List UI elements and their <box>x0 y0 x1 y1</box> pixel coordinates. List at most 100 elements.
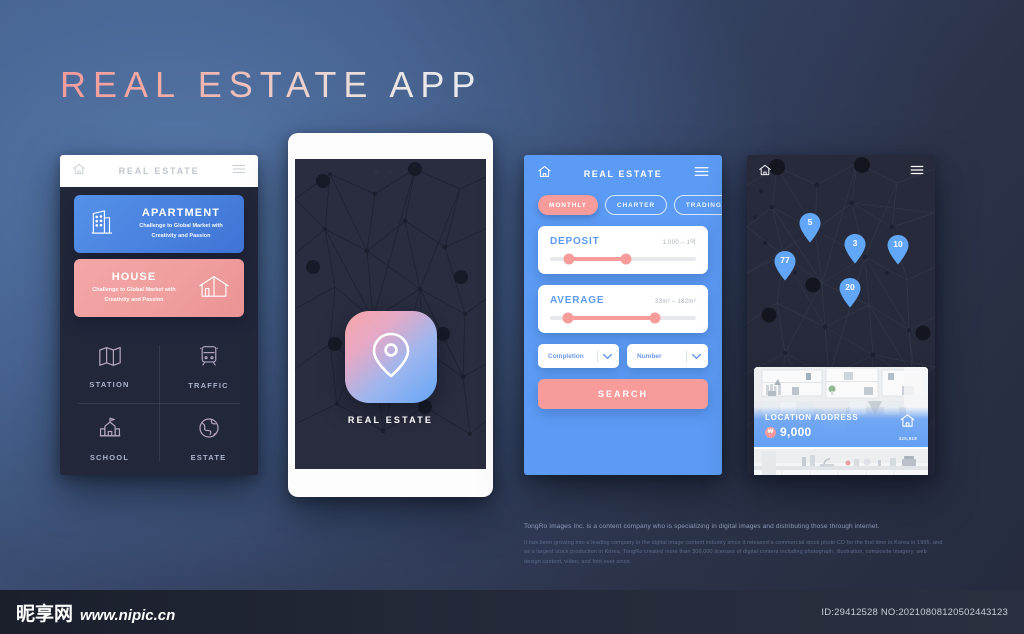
location-pin-icon <box>368 328 414 387</box>
tab-monthly[interactable]: MONTHLY <box>538 195 598 215</box>
map-fold-icon <box>97 345 123 372</box>
apartment-card-text: APARTMENT Challenge to Global Market wit… <box>118 207 244 240</box>
house-icon <box>194 269 234 308</box>
apartment-building-icon <box>84 205 118 244</box>
status-dot <box>402 169 407 174</box>
phone2-status-dots <box>295 169 486 174</box>
map-marker-value: 3 <box>852 238 858 248</box>
map-marker-value: 77 <box>780 255 790 265</box>
footer-lead-text: TongRo Images Inc. is a content company … <box>524 523 880 530</box>
sidebar-item-school[interactable]: SCHOOL <box>60 403 159 475</box>
sidebar-item-estate[interactable]: ESTATE <box>159 403 258 475</box>
dropdown-number[interactable]: Number <box>627 344 708 368</box>
category-card-apartment[interactable]: APARTMENT Challenge to Global Market wit… <box>74 195 244 253</box>
number-label: Number <box>637 352 662 360</box>
listing-area-code: 325,518 <box>898 435 917 441</box>
status-dot <box>374 169 379 174</box>
listing-info-left: LOCATION ADDRESS ₩ 9,000 <box>765 413 858 439</box>
phone-screen-filters: REAL ESTATE MONTHLY CHARTER TRADING DEPO… <box>524 155 722 475</box>
phone4-header <box>747 155 935 189</box>
deposit-slider-track[interactable] <box>550 253 696 265</box>
average-slider-track[interactable] <box>550 312 696 324</box>
phone3-header: REAL ESTATE <box>524 155 722 193</box>
apartment-card-title: APARTMENT <box>141 207 221 220</box>
deposit-range-value: 1,000 – 1억 <box>662 240 696 246</box>
listing-photo-livingroom: LOCATION ADDRESS ₩ 9,000 325,518 <box>754 367 928 447</box>
deposit-label: DEPOSIT <box>550 236 600 247</box>
app-name-label: REAL ESTATE <box>347 415 434 425</box>
watermark-brand-cn: 昵享网 <box>16 602 74 625</box>
apartment-card-sub2: Creativity and Passion <box>151 232 211 239</box>
phone-screen-splash: REAL ESTATE <box>288 133 493 497</box>
tab-trading[interactable]: TRADING <box>673 195 722 215</box>
filter-dropdown-row: Completion Number <box>538 344 708 368</box>
listing-address-label: LOCATION ADDRESS <box>765 413 859 422</box>
average-slider-card: AVERAGE 33m² – 182m² <box>538 285 708 333</box>
page-title: REAL ESTATE APP <box>60 64 483 105</box>
phone1-quicklinks-grid: STATION TRAFFIC SCHOOL ESTATE <box>60 331 258 475</box>
hamburger-menu-icon[interactable] <box>694 165 709 183</box>
map-marker[interactable]: 77 <box>774 251 796 281</box>
phone-screen-map: 5 3 10 77 20 LOCATION ADDRESS ₩ 9,000 32… <box>747 155 935 475</box>
average-label: AVERAGE <box>550 295 605 306</box>
completion-label: Completion <box>548 352 584 360</box>
average-slider-fill <box>567 316 656 320</box>
deposit-slider-header: DEPOSIT 1,000 – 1억 <box>550 236 696 247</box>
train-icon <box>198 344 220 373</box>
average-slider-knob-low[interactable] <box>562 312 574 324</box>
estate-label: ESTATE <box>190 453 227 462</box>
watermark-brand: 昵享网 www.nipic.cn <box>16 599 175 626</box>
watermark-bar: 昵享网 www.nipic.cn ID:29412528 NO:20210808… <box>0 590 1024 634</box>
app-icon-tile[interactable] <box>344 311 437 403</box>
won-currency-badge: ₩ <box>765 426 776 438</box>
map-marker[interactable]: 5 <box>799 213 821 243</box>
chevron-down-icon <box>603 347 612 365</box>
hamburger-menu-icon[interactable] <box>232 162 246 180</box>
apartment-card-sub1: Challenge to Global Market with <box>139 223 223 230</box>
hamburger-menu-icon[interactable] <box>910 163 924 181</box>
deposit-slider-knob-low[interactable] <box>563 253 575 265</box>
kitchen-illustration <box>754 449 928 475</box>
home-icon[interactable] <box>72 162 86 181</box>
search-button[interactable]: SEARCH <box>538 379 708 409</box>
school-building-icon <box>97 416 123 445</box>
phone-screen-category: REAL ESTATE APARTMENT Challenge to Globa… <box>60 155 258 475</box>
listing-price-value: 9,000 <box>780 425 812 439</box>
average-slider-knob-high[interactable] <box>649 312 661 324</box>
category-card-house[interactable]: HOUSE Challenge to Global Market with Cr… <box>74 259 244 317</box>
listing-photo-kitchen <box>754 447 928 475</box>
globe-icon <box>197 416 221 445</box>
phone1-header-title: REAL ESTATE <box>118 166 200 176</box>
listing-price-row: ₩ 9,000 <box>765 425 858 439</box>
map-marker-value: 10 <box>893 239 903 249</box>
house-card-sub1: Challenge to Global Market with <box>92 287 176 294</box>
footer-description: TongRo Images Inc. is a content company … <box>524 522 944 567</box>
dropdown-completion[interactable]: Completion <box>538 344 619 368</box>
map-marker-value: 20 <box>845 282 855 292</box>
house-card-text: HOUSE Challenge to Global Market with Cr… <box>74 271 194 304</box>
map-marker[interactable]: 20 <box>839 278 861 308</box>
watermark-url: www.nipic.cn <box>80 606 176 624</box>
map-marker[interactable]: 10 <box>887 235 909 265</box>
deposit-slider-card: DEPOSIT 1,000 – 1억 <box>538 226 708 274</box>
tab-charter[interactable]: CHARTER <box>604 195 667 215</box>
poster-canvas: REAL ESTATE APP REAL ESTATE APARTMENT Ch… <box>0 0 1024 634</box>
dropdown-divider <box>686 350 687 362</box>
home-icon[interactable] <box>537 164 552 184</box>
sidebar-item-station[interactable]: STATION <box>60 331 159 403</box>
deposit-slider-fill <box>568 257 626 261</box>
sidebar-item-traffic[interactable]: TRAFFIC <box>159 331 258 403</box>
home-icon[interactable] <box>758 163 772 182</box>
average-slider-header: AVERAGE 33m² – 182m² <box>550 295 696 306</box>
chevron-down-icon <box>692 347 701 365</box>
filter-type-tabs: MONTHLY CHARTER TRADING <box>524 193 722 215</box>
map-marker-value: 5 <box>807 217 813 227</box>
school-label: SCHOOL <box>89 453 130 462</box>
footer-body-text: It has been growing into a leading compa… <box>524 539 943 565</box>
phone2-screen: REAL ESTATE <box>295 159 486 469</box>
listing-info-right: 325,518 <box>899 412 917 441</box>
phone1-header: REAL ESTATE <box>60 155 258 187</box>
listing-card[interactable]: LOCATION ADDRESS ₩ 9,000 325,518 <box>754 367 928 475</box>
deposit-slider-knob-high[interactable] <box>620 253 632 265</box>
map-marker[interactable]: 3 <box>844 234 866 264</box>
